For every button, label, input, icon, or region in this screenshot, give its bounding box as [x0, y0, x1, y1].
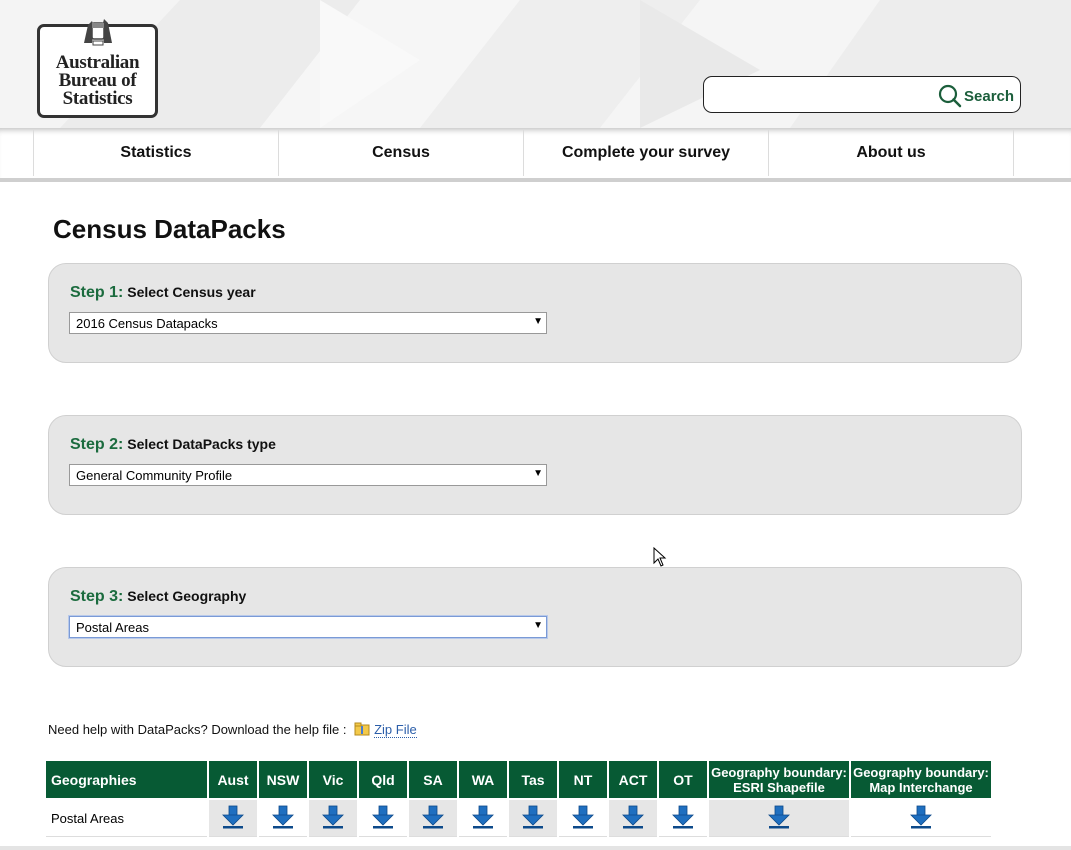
dropdown-arrow-icon: ▼	[533, 468, 543, 479]
main-nav: Statistics Census Complete your survey A…	[33, 130, 1014, 176]
download-nsw-cell	[257, 798, 309, 837]
download-sa-icon[interactable]	[422, 805, 444, 832]
download-qld-icon[interactable]	[372, 805, 394, 832]
dropdown-arrow-icon: ▼	[533, 316, 543, 327]
download-ot-cell	[657, 798, 709, 837]
download-act-cell	[607, 798, 659, 837]
step-1-panel: Step 1: Select Census year 2016 Census D…	[48, 263, 1022, 363]
step-1-label: Step 1: Select Census year	[70, 284, 256, 302]
page-title: Census DataPacks	[53, 214, 286, 244]
search-input[interactable]	[712, 83, 936, 109]
download-aust-cell	[207, 798, 259, 837]
download-nt-icon[interactable]	[572, 805, 594, 832]
col-header-qld: Qld	[357, 759, 409, 800]
zip-file-link[interactable]: Zip File	[374, 722, 417, 738]
help-text: Need help with DataPacks? Download the h…	[48, 722, 347, 737]
nav-item-statistics[interactable]: Statistics	[33, 130, 278, 176]
download-tas-cell	[507, 798, 559, 837]
zip-folder-icon	[354, 722, 370, 736]
page-bottom-divider	[0, 846, 1071, 850]
download-vic-icon[interactable]	[322, 805, 344, 832]
col-header-wa: WA	[457, 759, 509, 800]
step-2-panel: Step 2: Select DataPacks type General Co…	[48, 415, 1022, 515]
download-esri-cell	[707, 798, 851, 837]
col-header-sa: SA	[407, 759, 459, 800]
download-vic-cell	[307, 798, 359, 837]
col-header-esri-shapefile: Geography boundary: ESRI Shapefile	[707, 759, 851, 800]
step-2-label: Step 2: Select DataPacks type	[70, 436, 276, 454]
datapacks-type-selected-value: General Community Profile	[76, 468, 233, 483]
step-3-text: Select Geography	[127, 588, 247, 604]
col-header-vic: Vic	[307, 759, 359, 800]
row-geography-name: Postal Areas	[44, 798, 209, 837]
search-box: Search	[703, 76, 1021, 113]
search-icon	[938, 84, 962, 108]
datapacks-table: Geographies Aust NSW Vic Qld SA WA Tas N…	[44, 759, 993, 837]
mapinfo-header-line-2: Map Interchange	[869, 779, 973, 795]
datapacks-type-select[interactable]: General Community Profile ▼	[69, 464, 547, 486]
col-header-aust: Aust	[207, 759, 259, 800]
mouse-cursor-icon	[653, 547, 667, 567]
col-header-nsw: NSW	[257, 759, 309, 800]
col-header-ot: OT	[657, 759, 709, 800]
table-header-row: Geographies Aust NSW Vic Qld SA WA Tas N…	[44, 759, 993, 800]
site-header: Australian Bureau of Statistics Search	[0, 0, 1071, 128]
nav-item-about-us[interactable]: About us	[768, 130, 1014, 176]
col-header-act: ACT	[607, 759, 659, 800]
geography-selected-value: Postal Areas	[76, 620, 149, 635]
download-mapinfo-cell	[849, 798, 993, 837]
download-nt-cell	[557, 798, 609, 837]
download-nsw-icon[interactable]	[272, 805, 294, 832]
col-header-nt: NT	[557, 759, 609, 800]
search-button[interactable]: Search	[938, 83, 1018, 109]
esri-header-line-2: ESRI Shapefile	[733, 779, 825, 795]
step-2-text: Select DataPacks type	[127, 436, 276, 452]
col-header-geographies: Geographies	[44, 759, 209, 800]
step-1-number: Step 1:	[70, 284, 124, 301]
download-qld-cell	[357, 798, 409, 837]
step-3-label: Step 3: Select Geography	[70, 588, 246, 606]
step-2-number: Step 2:	[70, 436, 124, 453]
download-esri-icon[interactable]	[768, 805, 790, 832]
step-3-number: Step 3:	[70, 588, 124, 605]
nav-item-complete-your-survey[interactable]: Complete your survey	[523, 130, 768, 176]
nav-item-census[interactable]: Census	[278, 130, 523, 176]
dropdown-arrow-icon: ▼	[533, 620, 543, 631]
col-header-map-interchange: Geography boundary: Map Interchange	[849, 759, 993, 800]
download-aust-icon[interactable]	[222, 805, 244, 832]
help-line: Need help with DataPacks? Download the h…	[48, 722, 417, 738]
table-row: Postal Areas	[44, 798, 993, 837]
geography-select[interactable]: Postal Areas ▼	[69, 616, 547, 638]
search-button-label: Search	[964, 87, 1015, 105]
logo-text-line-3: Statistics	[62, 88, 133, 109]
download-wa-cell	[457, 798, 509, 837]
download-wa-icon[interactable]	[472, 805, 494, 832]
esri-header-line-1: Geography boundary:	[711, 764, 847, 780]
census-year-select[interactable]: 2016 Census Datapacks ▼	[69, 312, 547, 334]
coat-of-arms-icon	[84, 19, 112, 46]
download-tas-icon[interactable]	[522, 805, 544, 832]
step-1-text: Select Census year	[127, 284, 256, 300]
download-mapinfo-icon[interactable]	[910, 805, 932, 832]
col-header-tas: Tas	[507, 759, 559, 800]
download-act-icon[interactable]	[622, 805, 644, 832]
census-year-selected-value: 2016 Census Datapacks	[76, 316, 218, 331]
mapinfo-header-line-1: Geography boundary:	[853, 764, 989, 780]
step-3-panel: Step 3: Select Geography Postal Areas ▼	[48, 567, 1022, 667]
abs-logo[interactable]: Australian Bureau of Statistics	[37, 19, 158, 118]
download-sa-cell	[407, 798, 459, 837]
download-ot-icon[interactable]	[672, 805, 694, 832]
